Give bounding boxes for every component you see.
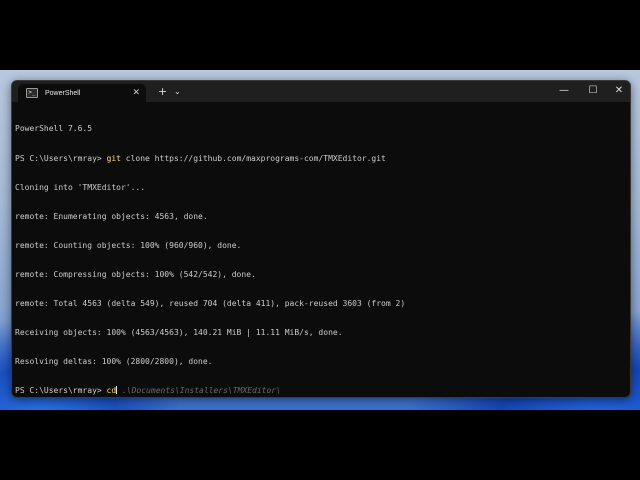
- terminal-banner: PowerShell 7.6.5: [15, 124, 93, 134]
- tab-dropdown-chevron-icon[interactable]: ⌄: [174, 86, 181, 98]
- close-window-button[interactable]: ✕: [608, 84, 630, 98]
- screen: >_ PowerShell ✕ + ⌄ — ☐ ✕ PowerShell 7.6…: [0, 0, 640, 480]
- output-line: remote: Enumerating objects: 4563, done.: [15, 211, 208, 221]
- command-name: git: [106, 153, 121, 163]
- output-line: remote: Compressing objects: 100% (542/5…: [15, 269, 256, 279]
- prompt: PS C:\Users\rmray>: [15, 386, 107, 396]
- new-tab-button[interactable]: +: [158, 85, 167, 98]
- output-line: Cloning into 'TMXEditor'...: [15, 182, 146, 192]
- maximize-button[interactable]: ☐: [582, 84, 604, 98]
- output-line: remote: Total 4563 (delta 549), reused 7…: [15, 298, 406, 308]
- output-line: Resolving deltas: 100% (2800/2800), done…: [15, 357, 213, 367]
- terminal-output[interactable]: PowerShell 7.6.5 PS C:\Users\rmray> git …: [15, 105, 625, 396]
- output-line: remote: Counting objects: 100% (960/960)…: [15, 240, 242, 250]
- tab-close-icon[interactable]: ✕: [132, 87, 140, 99]
- terminal-input-line[interactable]: PS C:\Users\rmray> cd .\Documents\Instal…: [15, 386, 625, 396]
- minimize-button[interactable]: —: [553, 84, 575, 98]
- autocomplete-suggestion: .\Documents\Installers\TMXEditor\: [117, 386, 281, 396]
- command-args: clone https://github.com/maxprograms-com…: [120, 153, 386, 163]
- title-bar: >_ PowerShell ✕ + ⌄ — ☐ ✕: [12, 81, 630, 102]
- output-line: Receiving objects: 100% (4563/4563), 140…: [15, 328, 343, 338]
- prompt: PS C:\Users\rmray>: [15, 153, 107, 163]
- terminal-window: >_ PowerShell ✕ + ⌄ — ☐ ✕ PowerShell 7.6…: [11, 80, 631, 398]
- terminal-icon: >_: [26, 88, 38, 98]
- tab-powershell[interactable]: >_ PowerShell ✕: [18, 84, 146, 102]
- terminal-command-line: PS C:\Users\rmray> git clone https://git…: [15, 154, 625, 164]
- current-command: cd: [106, 386, 117, 396]
- tab-label: PowerShell: [45, 89, 81, 97]
